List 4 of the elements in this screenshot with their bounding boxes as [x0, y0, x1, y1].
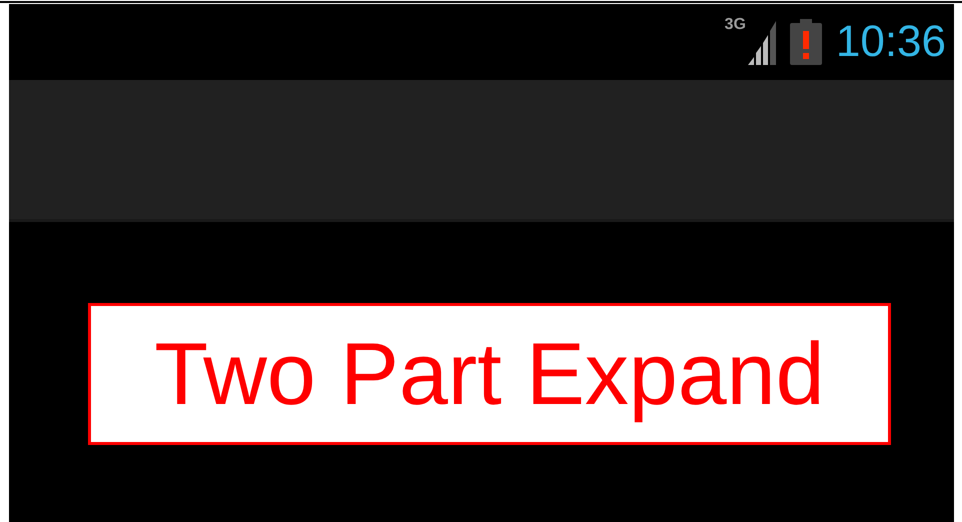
signal-icon — [746, 19, 776, 65]
expand-button[interactable]: Two Part Expand — [88, 303, 891, 445]
clock: 10:36 — [836, 20, 946, 64]
network-label: 3G — [724, 17, 746, 33]
